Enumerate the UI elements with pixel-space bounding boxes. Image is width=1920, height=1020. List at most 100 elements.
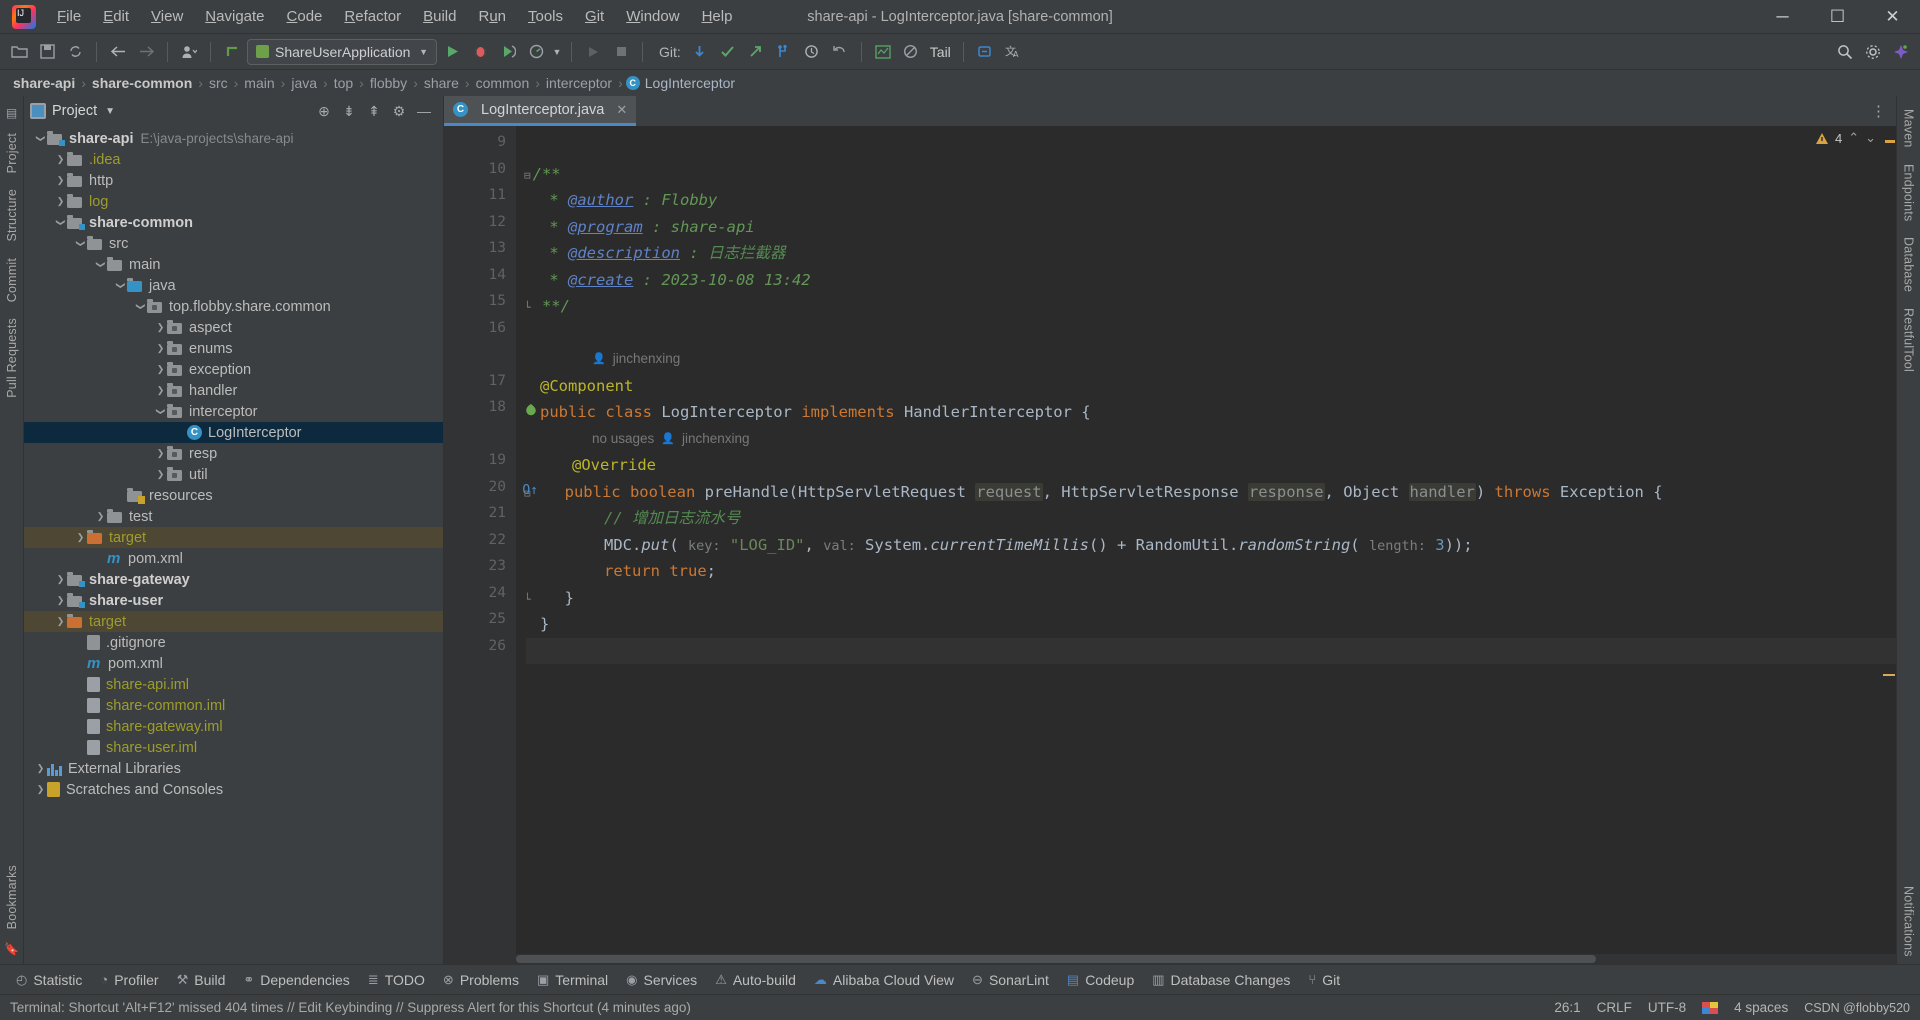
chevron-right-icon[interactable]: ❯ [54, 595, 67, 606]
editor-tab-loginterceptor[interactable]: C LogInterceptor.java ✕ [444, 96, 637, 126]
refresh-icon[interactable] [972, 39, 998, 65]
tail-label[interactable]: Tail [926, 44, 955, 60]
debug-icon[interactable] [467, 39, 493, 65]
rail-tab-database[interactable]: Database [1899, 230, 1919, 299]
code-fold-icon[interactable]: └ [524, 301, 531, 314]
rail-tab-notifications[interactable]: Notifications [1899, 879, 1919, 964]
rail-tab-project[interactable]: Project [2, 126, 22, 180]
tree-item-interceptor[interactable]: ❯ interceptor [24, 401, 443, 422]
line-number-18[interactable]: 18 [444, 399, 536, 426]
translate-icon[interactable]: 文A [1000, 39, 1026, 65]
scrollbar-thumb[interactable] [516, 955, 1596, 963]
minimize-button[interactable]: ─ [1755, 0, 1810, 33]
expand-all-icon[interactable]: ⇟ [340, 103, 358, 120]
menu-code[interactable]: Code [276, 4, 334, 30]
back-icon[interactable] [105, 39, 131, 65]
save-all-icon[interactable] [34, 39, 60, 65]
menu-bar[interactable]: File Edit View Navigate Code Refactor Build Run… [46, 0, 743, 33]
more-options-icon[interactable]: ⋮ [1871, 102, 1886, 120]
tree-item-share-user[interactable]: ❯ share-user [24, 590, 443, 611]
rail-tab-structure[interactable]: Structure [2, 182, 22, 249]
line-number-10[interactable]: 10 [444, 161, 516, 188]
run-coverage-icon[interactable] [495, 39, 521, 65]
tool-window-statistic[interactable]: ◴ Statistic [8, 969, 90, 991]
tool-window-git[interactable]: ⑂ Git [1300, 969, 1348, 991]
chevron-right-icon[interactable]: ❯ [54, 574, 67, 585]
tree-item-test[interactable]: ❯ test [24, 506, 443, 527]
breadcrumb-item-flobby[interactable]: flobby [367, 75, 410, 91]
search-icon[interactable] [1832, 39, 1858, 65]
menu-edit[interactable]: Edit [92, 4, 140, 30]
tree-item-log[interactable]: ❯ log [24, 191, 443, 212]
chevron-down-icon[interactable]: ❯ [75, 237, 86, 250]
chevron-right-icon[interactable]: ❯ [54, 616, 67, 627]
usages-hint[interactable]: no usages [592, 426, 654, 453]
code-line-19[interactable]: @Override [526, 452, 1896, 479]
chevron-right-icon[interactable]: ❯ [74, 532, 87, 543]
code-fold-icon[interactable]: └ [524, 593, 531, 606]
git-rollback-icon[interactable] [827, 39, 853, 65]
line-number-12[interactable]: 12 [444, 214, 516, 241]
rail-tab-commit[interactable]: Commit [2, 251, 22, 309]
hide-icon[interactable]: — [415, 103, 433, 119]
code-line-12[interactable]: * @program : share-api [526, 214, 1896, 241]
code-line-22[interactable]: MDC.put( key: "LOG_ID", val: System.curr… [526, 532, 1896, 559]
line-number-16[interactable]: 16 [444, 320, 516, 347]
chevron-right-icon[interactable]: ❯ [54, 175, 67, 186]
chevron-down-icon[interactable]: ❯ [35, 132, 46, 145]
chevron-up-icon[interactable]: ⌃ [1848, 130, 1859, 146]
code-line-25[interactable]: } [526, 611, 1896, 638]
chevron-down-icon[interactable]: ▼ [105, 106, 115, 117]
tree-item-main[interactable]: ❯ main [24, 254, 443, 275]
tree-item-handler[interactable]: ❯ handler [24, 380, 443, 401]
tree-item-src[interactable]: ❯ src [24, 233, 443, 254]
tree-item-enums[interactable]: ❯ enums [24, 338, 443, 359]
forward-icon[interactable] [133, 39, 159, 65]
line-number-19[interactable]: 19 [444, 452, 516, 479]
tool-window-problems[interactable]: ⊗ Problems [435, 969, 527, 991]
chevron-right-icon[interactable]: ❯ [54, 196, 67, 207]
git-push-icon[interactable] [743, 39, 769, 65]
status-message[interactable]: Terminal: Shortcut 'Alt+F12' missed 404 … [10, 1000, 691, 1015]
menu-help[interactable]: Help [691, 4, 744, 30]
chevron-right-icon[interactable]: ❯ [154, 448, 167, 459]
tool-window-auto-build[interactable]: ⚠ Auto-build [707, 969, 804, 991]
line-number-25[interactable]: 25 [444, 611, 516, 638]
rail-tab-maven[interactable]: Maven [1899, 102, 1919, 155]
rail-tab-bookmarks[interactable]: Bookmarks [2, 858, 22, 936]
chevron-down-icon[interactable]: ❯ [95, 258, 106, 271]
tool-window-todo[interactable]: ≣ TODO [360, 969, 433, 991]
code-vision-inlay[interactable]: no usages 👤 jinchenxing [526, 426, 1896, 453]
code-line-15[interactable]: └ **/ [524, 293, 1896, 320]
chevron-down-icon[interactable]: ❯ [115, 279, 126, 292]
file-encoding[interactable]: UTF-8 [1648, 1000, 1686, 1015]
collapse-all-icon[interactable]: ⇞ [365, 103, 383, 120]
tree-item-share-gateway.iml[interactable]: share-gateway.iml [24, 716, 443, 737]
tree-item-pom.xml[interactable]: m pom.xml [24, 653, 443, 674]
tree-item-resources[interactable]: resources [24, 485, 443, 506]
chevron-right-icon[interactable]: ❯ [54, 154, 67, 165]
tree-item-share-gateway[interactable]: ❯ share-gateway [24, 569, 443, 590]
chevron-right-icon[interactable]: ❯ [154, 469, 167, 480]
gear-icon[interactable] [1860, 39, 1886, 65]
menu-git[interactable]: Git [574, 4, 615, 30]
code-line-11[interactable]: * @author : Flobby [526, 187, 1896, 214]
line-number-22[interactable]: 22 [444, 532, 516, 559]
ai-assistant-icon[interactable] [1888, 39, 1914, 65]
tree-item-java[interactable]: ❯ java [24, 275, 443, 296]
language-flag-icon[interactable] [1702, 1001, 1719, 1014]
breadcrumb-item-top[interactable]: top [331, 75, 356, 91]
line-separator[interactable]: CRLF [1597, 1000, 1632, 1015]
tool-window-services[interactable]: ◉ Services [618, 969, 705, 991]
indent-setting[interactable]: 4 spaces [1734, 1000, 1788, 1015]
undo-arrow-icon[interactable] [219, 39, 245, 65]
tree-item-share-common.iml[interactable]: share-common.iml [24, 695, 443, 716]
tree-item-pom.xml[interactable]: m pom.xml [24, 548, 443, 569]
tree-item-LogInterceptor[interactable]: C LogInterceptor [24, 422, 443, 443]
tree-item-resp[interactable]: ❯ resp [24, 443, 443, 464]
code-line-20[interactable]: ⊟ public boolean preHandle(HttpServletReq… [524, 479, 1896, 506]
breadcrumb-item-interceptor[interactable]: interceptor [543, 75, 615, 91]
sync-icon[interactable] [62, 39, 88, 65]
breadcrumb-item-class[interactable]: C LogInterceptor [625, 75, 735, 91]
run-dropdown-icon[interactable]: ▼ [551, 39, 563, 65]
